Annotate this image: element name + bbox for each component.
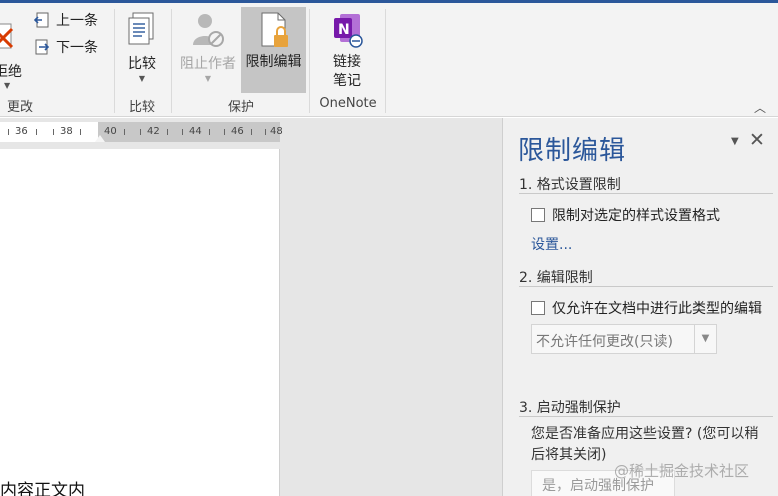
horizontal-ruler[interactable]: 36 38 40 42 44 46 48 — [0, 122, 283, 142]
restrict-editing-label: 限制编辑 — [245, 54, 302, 70]
allow-editing-type-checkbox[interactable] — [531, 301, 545, 315]
block-authors-icon — [193, 14, 224, 47]
editing-restrictions-heading: 2. 编辑限制 — [519, 270, 593, 286]
restrict-editing-icon — [261, 12, 288, 47]
svg-text:N: N — [338, 22, 350, 38]
ruler-label: 48 — [270, 126, 283, 137]
formatting-restrictions-heading: 1. 格式设置限制 — [519, 177, 621, 193]
limit-formatting-checkbox[interactable] — [531, 208, 545, 222]
previous-change-button[interactable]: 上一条 — [34, 9, 108, 31]
ruler-label: 44 — [189, 126, 202, 137]
restrict-editing-pane: 限制编辑 ▼ ✕ 1. 格式设置限制 限制对选定的样式设置格式 设置... 2.… — [502, 118, 778, 496]
reject-dropdown-arrow[interactable]: ▼ — [4, 81, 10, 90]
document-area: 36 38 40 42 44 46 48 内容正文内 — [0, 118, 502, 496]
settings-link[interactable]: 设置... — [531, 234, 572, 254]
reject-label: 拒绝 — [0, 64, 22, 80]
indent-marker[interactable] — [95, 135, 105, 142]
block-authors-label: 阻止作者 — [180, 56, 236, 72]
ribbon: 拒绝 ▼ 上一条 下一条 更改 比较 ▼ 比较 阻止作者 ▼ 限制编辑 保护 N… — [0, 3, 778, 117]
linked-notes-button[interactable]: N 链接 笔记 — [320, 9, 374, 91]
allow-editing-type-label: 仅允许在文档中进行此类型的编辑 — [552, 301, 762, 317]
ruler-tick — [167, 129, 168, 135]
block-authors-dropdown-arrow[interactable]: ▼ — [205, 74, 211, 84]
next-change-icon — [35, 39, 50, 55]
ruler-label: 46 — [231, 126, 244, 137]
group-separator — [114, 9, 115, 113]
allow-editing-type-checkbox-row[interactable]: 仅允许在文档中进行此类型的编辑 — [531, 298, 762, 318]
compare-icon — [128, 12, 154, 45]
group-separator — [385, 9, 386, 113]
pane-options-icon[interactable]: ▼ — [731, 136, 739, 147]
pane-title: 限制编辑 — [518, 136, 627, 166]
compare-dropdown-arrow[interactable]: ▼ — [139, 74, 145, 84]
start-enforcement-heading: 3. 启动强制保护 — [519, 400, 621, 416]
compare-button[interactable]: 比较 ▼ — [120, 9, 164, 84]
previous-change-icon — [34, 12, 49, 28]
compare-group-label: 比较 — [128, 100, 155, 115]
ruler-tick — [140, 129, 141, 135]
linked-notes-label-line2: 笔记 — [333, 73, 361, 89]
onenote-icon: N — [334, 14, 363, 48]
onenote-group-label: OneNote — [319, 96, 377, 111]
next-change-button[interactable]: 下一条 — [34, 36, 108, 58]
document-text[interactable]: 内容正文内 — [0, 476, 85, 496]
ruler-tick — [224, 129, 225, 135]
group-separator — [309, 9, 310, 113]
group-separator — [171, 9, 172, 113]
section-divider — [519, 286, 773, 287]
enforcement-description-line1: 您是否准备应用这些设置? (您可以稍 — [531, 426, 759, 442]
chevron-down-icon[interactable]: ▼ — [694, 325, 716, 353]
restrict-editing-button[interactable]: 限制编辑 — [241, 7, 306, 93]
close-icon[interactable]: ✕ — [749, 129, 765, 151]
ruler-tick — [80, 129, 81, 135]
ruler-label: 40 — [104, 126, 117, 137]
ruler-tick — [8, 129, 9, 135]
document-page[interactable]: 内容正文内 — [0, 149, 280, 496]
ruler-tick — [265, 129, 266, 135]
ruler-tick — [251, 129, 252, 135]
block-authors-button[interactable]: 阻止作者 ▼ — [176, 9, 240, 84]
section-divider — [519, 416, 773, 417]
ruler-tick — [124, 129, 125, 135]
ruler-label: 42 — [147, 126, 160, 137]
section-divider — [519, 193, 773, 194]
reject-button[interactable]: 拒绝 ▼ — [0, 11, 28, 91]
limit-formatting-checkbox-row[interactable]: 限制对选定的样式设置格式 — [531, 205, 720, 225]
reject-icon — [0, 23, 14, 49]
next-change-label: 下一条 — [56, 40, 98, 56]
editing-type-select[interactable]: 不允许任何更改(只读) ▼ — [531, 324, 717, 354]
ruler-tick — [53, 129, 54, 135]
compare-label: 比较 — [128, 56, 156, 72]
changes-group-label: 更改 — [6, 100, 33, 115]
editing-type-select-value: 不允许任何更改(只读) — [536, 334, 673, 350]
collapse-ribbon-icon[interactable]: ︿ — [754, 99, 766, 116]
ruler-label: 36 — [15, 126, 28, 137]
limit-formatting-label: 限制对选定的样式设置格式 — [552, 208, 720, 224]
ruler-label: 38 — [60, 126, 73, 137]
linked-notes-label-line1: 链接 — [333, 54, 361, 70]
ruler-tick — [182, 129, 183, 135]
previous-change-label: 上一条 — [56, 13, 98, 29]
ruler-tick — [36, 129, 37, 135]
watermark: @稀土掘金技术社区 — [614, 462, 750, 480]
ruler-tick — [209, 129, 210, 135]
protect-group-label: 保护 — [227, 100, 254, 115]
